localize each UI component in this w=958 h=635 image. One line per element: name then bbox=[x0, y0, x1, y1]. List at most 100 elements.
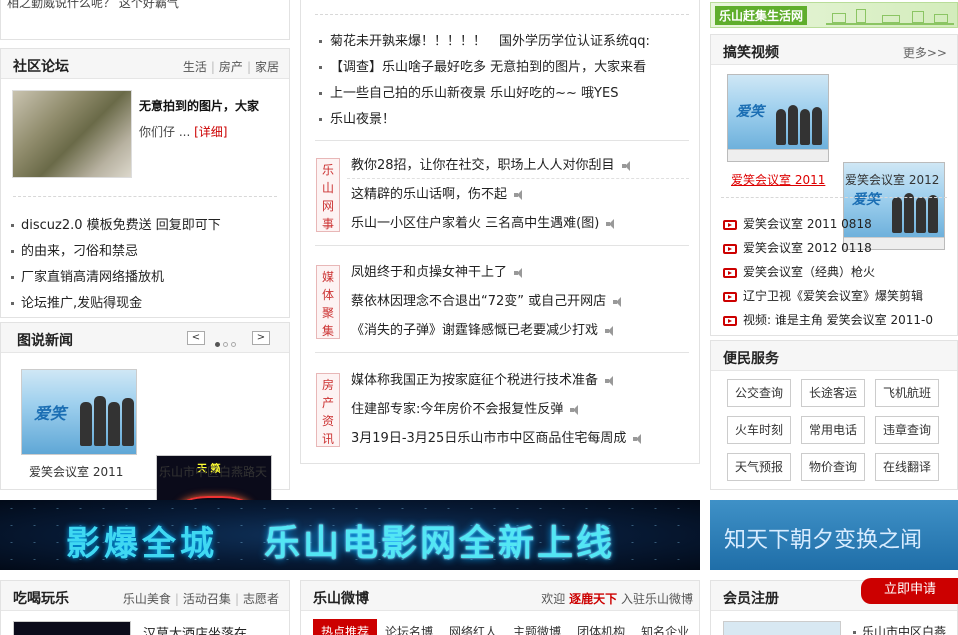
list-item[interactable]: 论坛推广,发贴得现金 bbox=[11, 292, 142, 311]
weibo-tab-topics[interactable]: 主题微博 bbox=[505, 619, 569, 635]
tab-events[interactable]: 活动召集 bbox=[183, 592, 231, 606]
video-list-item[interactable]: 爱笑会议室 2012 0118 bbox=[723, 239, 872, 256]
feature-more-link[interactable]: [详细] bbox=[194, 125, 227, 139]
section-line[interactable]: 蔡依林因理念不合退出“72变” 或自己开网店 bbox=[351, 290, 627, 309]
video-thumb-1[interactable]: 爱笑 bbox=[727, 74, 829, 162]
weibo-tab-celebs[interactable]: 网络红人 bbox=[441, 619, 505, 635]
video-list-item[interactable]: 视频: 谁是主角 爱笑会议室 2011-0 bbox=[723, 311, 933, 328]
speaker-icon[interactable] bbox=[613, 296, 627, 307]
middle-news-panel: 菊花未开孰来爆！！！！！ 国外学历学位认证系统qq: 【调查】乐山啥子最好吃多 … bbox=[300, 0, 700, 464]
video-caption-1[interactable]: 爱笑会议室 2011 bbox=[731, 171, 825, 188]
photo-thumb-1[interactable]: 爱笑 bbox=[21, 369, 137, 455]
video-player-bar[interactable] bbox=[728, 149, 828, 161]
section-tag-realestate: 房产资讯 bbox=[316, 373, 340, 447]
coach-button[interactable]: 长途客运 bbox=[801, 379, 865, 407]
weibo-header: 乐山微博 欢迎 逐鹿天下 入驻乐山微博 bbox=[301, 581, 699, 611]
weibo-tab-hot[interactable]: 热点推荐 bbox=[313, 619, 378, 635]
weibo-tab-forum[interactable]: 论坛名博 bbox=[377, 619, 441, 635]
speaker-icon[interactable] bbox=[514, 189, 528, 200]
speaker-icon[interactable] bbox=[621, 160, 636, 171]
section-line[interactable]: 凤姐终于和贞操女神干上了 bbox=[351, 261, 528, 280]
video-list-item[interactable]: 辽宁卫视《爱笑会议室》爆笑剪辑 bbox=[723, 287, 923, 304]
translate-button[interactable]: 在线翻译 bbox=[875, 453, 939, 481]
violation-button[interactable]: 违章查询 bbox=[875, 416, 939, 444]
top-news-line[interactable]: 上一些自己拍的乐山新夜景 乐山好吃的~~ 哦YES bbox=[319, 82, 618, 101]
video-icon bbox=[723, 219, 737, 230]
food-first-item[interactable]: 汉莫大酒店坐落在 bbox=[143, 623, 247, 635]
video-caption-2[interactable]: 爱笑会议室 2012 bbox=[845, 171, 939, 188]
member-title: 会员注册 bbox=[723, 591, 779, 607]
section-line[interactable]: 乐山一小区住户家着火 三名高中生遇难(图) bbox=[351, 212, 620, 231]
member-thumb[interactable] bbox=[723, 621, 841, 635]
banner-right-text: 乐山电影网全新上线 bbox=[264, 523, 616, 564]
bus-query-button[interactable]: 公交查询 bbox=[727, 379, 791, 407]
funny-video-panel: 搞笑视频 更多>> 爱笑 爱笑会议室 2011 爱笑 爱笑会议室 2012 爱笑… bbox=[710, 34, 958, 336]
list-item[interactable]: discuz2.0 模板免费送 回复即可下 bbox=[11, 214, 221, 233]
video-list-item[interactable]: 爱笑会议室（经典）枪火 bbox=[723, 263, 875, 280]
side-banner-text: 知天下朝夕变换之闻 bbox=[724, 528, 923, 553]
community-divider bbox=[13, 196, 277, 197]
food-header: 吃喝玩乐 乐山美食 | 活动召集 | 志愿者 bbox=[1, 581, 289, 611]
weather-button[interactable]: 天气预报 bbox=[727, 453, 791, 481]
services-header: 便民服务 bbox=[711, 341, 957, 371]
top-news-line[interactable]: 菊花未开孰来爆！！！！！ 国外学历学位认证系统qq: bbox=[319, 30, 650, 49]
top-news-line[interactable]: 【调查】乐山啥子最好吃多 无意拍到的图片，大家来看 bbox=[319, 56, 646, 75]
section-line[interactable]: 3月19日-3月25日乐山市市中区商品住宅每周成 bbox=[351, 427, 647, 446]
tab-realestate[interactable]: 房产 bbox=[219, 60, 243, 74]
speaker-icon[interactable] bbox=[633, 433, 647, 444]
tab-life[interactable]: 生活 bbox=[183, 60, 207, 74]
list-item[interactable]: 厂家直销高清网络播放机 bbox=[11, 266, 164, 285]
tab-home[interactable]: 家居 bbox=[255, 60, 279, 74]
side-banner[interactable]: 知天下朝夕变换之闻 bbox=[710, 500, 958, 570]
top-left-fragment-box: 相之勤威说什么呢？ 这个好霸气 bbox=[0, 0, 290, 40]
speaker-icon[interactable] bbox=[606, 218, 620, 229]
weibo-title: 乐山微博 bbox=[313, 591, 369, 607]
banner-left-text: 影爆全城 bbox=[66, 524, 218, 564]
photo-news-header: 图说新闻 < > bbox=[1, 323, 289, 353]
price-button[interactable]: 物价查询 bbox=[801, 453, 865, 481]
carousel-dots[interactable] bbox=[215, 336, 245, 347]
weibo-join-link[interactable]: 入驻乐山微博 bbox=[621, 592, 693, 606]
speaker-icon[interactable] bbox=[570, 404, 584, 415]
weibo-tab-bar: 热点推荐 论坛名博 网络红人 主题微博 团体机构 知名企业 bbox=[313, 619, 693, 635]
community-forum-panel: 社区论坛 生活 | 房产 | 家居 无意拍到的图片，大家 你们仔 ... [详细] di… bbox=[0, 48, 290, 318]
apply-now-button[interactable]: 立即申请 bbox=[861, 578, 958, 604]
community-feature-title[interactable]: 无意拍到的图片，大家 bbox=[139, 97, 259, 114]
food-title: 吃喝玩乐 bbox=[13, 591, 69, 607]
section-line[interactable]: 教你28招，让你在社交，职场上人人对你刮目 bbox=[351, 154, 636, 173]
community-feature-image[interactable] bbox=[12, 90, 132, 178]
food-thumb[interactable] bbox=[13, 621, 131, 635]
photo-news-panel: 图说新闻 < > 爱笑 爱笑会议室 2011 天 籁 乐山市中区白燕路天 bbox=[0, 322, 290, 541]
section-line[interactable]: 《消失的子弹》谢霆锋感慨已老要减少打戏 bbox=[351, 319, 619, 338]
funny-video-more[interactable]: 更多>> bbox=[903, 44, 947, 61]
movie-banner[interactable]: 影爆全城 乐山电影网全新上线 bbox=[0, 500, 700, 570]
tab-food[interactable]: 乐山美食 bbox=[123, 592, 171, 606]
photo-caption-2[interactable]: 乐山市中区白燕路天 bbox=[159, 463, 267, 480]
section-line[interactable]: 这精辟的乐山话啊，伤不起 bbox=[351, 183, 528, 202]
prev-button[interactable]: < bbox=[187, 331, 205, 345]
speaker-icon[interactable] bbox=[605, 375, 619, 386]
weibo-tab-orgs[interactable]: 团体机构 bbox=[569, 619, 633, 635]
video-list-item[interactable]: 爱笑会议室 2011 0818 bbox=[723, 215, 872, 232]
tab-volunteer[interactable]: 志愿者 bbox=[243, 592, 279, 606]
member-item[interactable]: 乐山市中区白燕 bbox=[853, 623, 946, 635]
feature-desc-text: 你们仔 ... bbox=[139, 125, 191, 139]
next-button[interactable]: > bbox=[252, 331, 270, 345]
speaker-icon[interactable] bbox=[514, 267, 528, 278]
photo-caption-1[interactable]: 爱笑会议室 2011 bbox=[29, 463, 123, 480]
section-line[interactable]: 住建部专家:今年房价不会报复性反弹 bbox=[351, 398, 584, 417]
section-tag-media: 媒体聚集 bbox=[316, 265, 340, 339]
train-button[interactable]: 火车时刻 bbox=[727, 416, 791, 444]
top-left-snippet[interactable]: 相之勤威说什么呢？ 这个好霸气 bbox=[7, 0, 179, 11]
community-tabs: 生活 | 房产 | 家居 bbox=[182, 60, 279, 74]
speaker-icon[interactable] bbox=[605, 325, 619, 336]
phone-button[interactable]: 常用电话 bbox=[801, 416, 865, 444]
right-top-ad-banner[interactable]: 乐山赶集生活网 bbox=[710, 2, 958, 28]
section-line[interactable]: 媒体称我国正为按家庭征个税进行技术准备 bbox=[351, 369, 619, 388]
top-news-line[interactable]: 乐山夜景！ bbox=[319, 108, 395, 127]
section-tag-leshan-net: 乐山网事 bbox=[316, 158, 340, 232]
flight-button[interactable]: 飞机航班 bbox=[875, 379, 939, 407]
list-item[interactable]: 的由来，刁俗和禁忌 bbox=[11, 240, 138, 259]
weibo-tab-companies[interactable]: 知名企业 bbox=[633, 619, 697, 635]
weibo-user-link[interactable]: 逐鹿天下 bbox=[569, 592, 617, 606]
